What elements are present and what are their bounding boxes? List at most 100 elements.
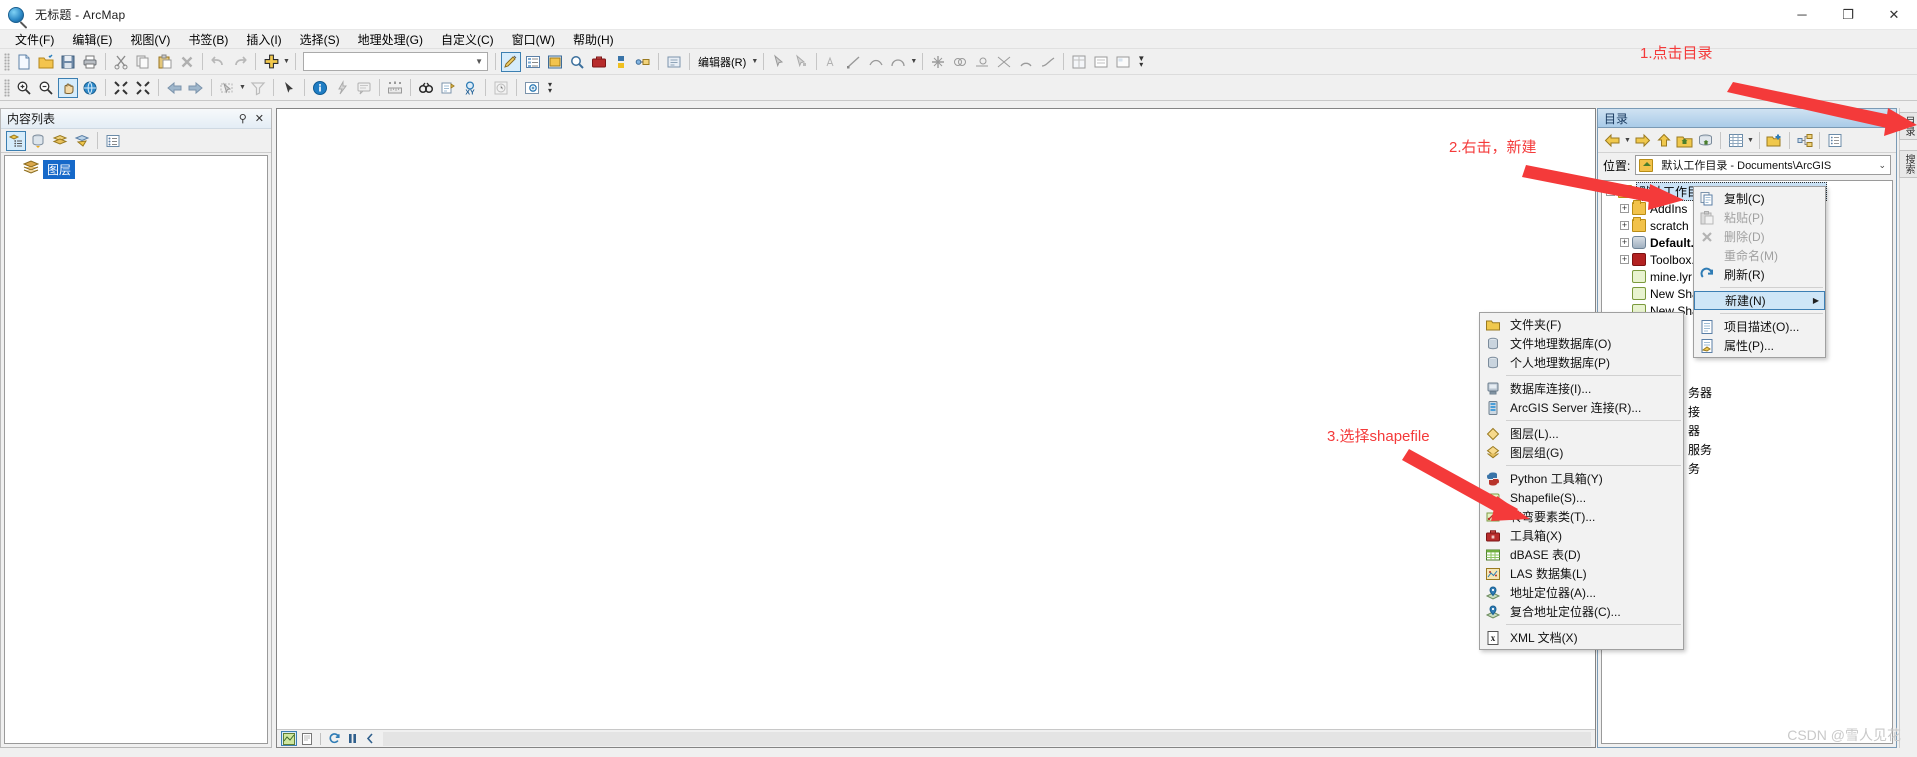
menu-customize[interactable]: 自定义(C) [432,30,503,49]
undo-icon[interactable] [208,52,228,72]
editor-toolbar-icon[interactable] [501,51,521,72]
clear-selection-icon[interactable] [248,78,268,98]
straight-segment-icon[interactable] [844,52,864,72]
create-viewer-icon[interactable] [522,78,542,98]
refresh-icon[interactable] [326,731,342,746]
add-data-icon[interactable] [261,52,281,72]
pan-icon[interactable] [58,77,78,98]
edit-tool-icon[interactable] [769,52,789,72]
paste-icon[interactable] [155,52,175,72]
fixed-zoom-out-icon[interactable] [133,78,153,98]
toc-tree[interactable]: 图层 [4,155,268,744]
menu-edit[interactable]: 编辑(E) [63,30,121,49]
menu-geoprocessing[interactable]: 地理处理(G) [349,30,432,49]
toggle-tree-icon[interactable] [1795,131,1814,150]
list-by-visibility-icon[interactable] [50,131,70,151]
new-layer[interactable]: 图层(L)... [1480,424,1683,443]
html-popup-icon[interactable] [354,78,374,98]
back-extent-icon[interactable] [164,78,184,98]
expand-toggle-icon[interactable]: + [1620,238,1629,247]
menu-selection[interactable]: 选择(S) [291,30,349,49]
toolbar-overflow-icon[interactable]: ▼ ▾ [1136,54,1146,68]
edit-vertices-icon[interactable] [791,52,811,72]
measure-icon[interactable] [385,78,405,98]
toc-options-icon[interactable] [103,131,123,151]
new-dbase-table[interactable]: dBASE 表(D) [1480,545,1683,564]
new-xml-document[interactable]: x XML 文档(X) [1480,628,1683,647]
ctx-item-description[interactable]: 项目描述(O)... [1694,317,1825,336]
catalog-context-menu[interactable]: 复制(C) 粘贴(P) 删除(D) 重命名(M) 刷新(R) 新建(N) ▶ 项… [1693,186,1826,358]
find-icon[interactable] [416,78,436,98]
time-slider-icon[interactable] [491,78,511,98]
create-features-icon[interactable] [1113,52,1133,72]
list-by-source-icon[interactable] [28,131,48,151]
open-document-icon[interactable] [36,52,56,72]
expand-toggle-icon[interactable]: + [1620,204,1629,213]
toggle-contents-icon[interactable] [1726,131,1745,150]
ctx-new[interactable]: 新建(N) ▶ [1694,291,1825,310]
redo-icon[interactable] [230,52,250,72]
cut-icon[interactable] [111,52,131,72]
pin-icon[interactable]: ⚲ [1864,112,1872,125]
endpoint-arc-icon[interactable] [888,52,908,72]
intersection-icon[interactable] [994,52,1014,72]
toc-root-label[interactable]: 图层 [43,160,76,179]
menu-insert[interactable]: 插入(I) [237,30,290,49]
layout-view-icon[interactable] [299,731,315,746]
tree-item-tail-5[interactable]: 务 [1688,460,1712,479]
close-icon[interactable]: ✕ [1881,112,1890,125]
new-folder[interactable]: 文件夹(F) [1480,315,1683,334]
data-view-icon[interactable] [281,731,297,746]
tree-item-label[interactable]: mine.lyr [1650,270,1692,284]
forward-extent-icon[interactable] [186,78,206,98]
menu-help[interactable]: 帮助(H) [564,30,623,49]
edit-annotation-icon[interactable] [822,52,842,72]
model-builder-icon[interactable] [633,52,653,72]
ctx-properties[interactable]: 属性(P)... [1694,336,1825,355]
map-scale-combo[interactable]: ▼ [303,52,488,71]
catalog-window-icon[interactable] [545,52,565,72]
arctoolbox-extra-icon[interactable] [664,52,684,72]
add-data-dropdown-icon[interactable]: ▼ [282,52,291,72]
zoom-in-icon[interactable] [14,78,34,98]
close-icon[interactable]: ✕ [255,112,264,125]
toolbar-grip[interactable] [4,52,10,71]
new-python-toolbox[interactable]: Python 工具箱(Y) [1480,469,1683,488]
new-document-icon[interactable] [14,52,34,72]
search-dock-tab[interactable]: 搜索 [1899,150,1917,178]
list-by-drawing-order-icon[interactable] [6,130,26,151]
pause-icon[interactable] [344,731,360,746]
copy-icon[interactable] [133,52,153,72]
save-icon[interactable] [58,52,78,72]
tree-item-label[interactable]: AddIns [1650,202,1687,216]
expand-toggle-icon[interactable]: + [1620,255,1629,264]
menu-bookmarks[interactable]: 书签(B) [179,30,237,49]
tree-item-tail-2[interactable]: 接 [1688,403,1712,422]
midpoint-icon[interactable] [928,52,948,72]
tree-item-tail-1[interactable]: 务器 [1688,384,1712,403]
new-turn-feature-class[interactable]: 转弯要素类(T)... [1480,507,1683,526]
identify-icon[interactable] [310,78,330,98]
toolbar-overflow-icon[interactable]: ▾ ▾ [545,80,555,94]
contents-dropdown-icon[interactable]: ▼ [1746,130,1755,150]
python-window-icon[interactable] [611,52,631,72]
table-of-contents-icon[interactable] [523,52,543,72]
default-geodatabase-icon[interactable] [1696,131,1715,150]
tree-item-tail-3[interactable]: 器 [1688,422,1712,441]
new-submenu[interactable]: 文件夹(F) 文件地理数据库(O) 个人地理数据库(P) 数据库连接(I)... [1479,312,1684,650]
menu-file[interactable]: 文件(F) [6,30,63,49]
maximize-button[interactable]: ❐ [1825,0,1871,30]
ctx-rename[interactable]: 重命名(M) [1694,246,1825,265]
editor-menu-dropdown-icon[interactable]: ▼ [750,52,759,72]
new-address-locator[interactable]: 地址定位器(A)... [1480,583,1683,602]
delete-icon[interactable] [177,52,197,72]
pin-icon[interactable]: ⚲ [239,112,247,125]
minimize-button[interactable]: ─ [1779,0,1825,30]
tree-item-label[interactable]: scratch [1650,219,1689,233]
list-by-selection-icon[interactable] [72,131,92,151]
expand-toggle-icon[interactable]: + [1620,221,1629,230]
fixed-zoom-in-icon[interactable] [111,78,131,98]
go-to-xy-icon[interactable]: XY [460,78,480,98]
select-features-dropdown-icon[interactable]: ▼ [238,78,247,98]
home-folder-icon[interactable] [1675,131,1694,150]
